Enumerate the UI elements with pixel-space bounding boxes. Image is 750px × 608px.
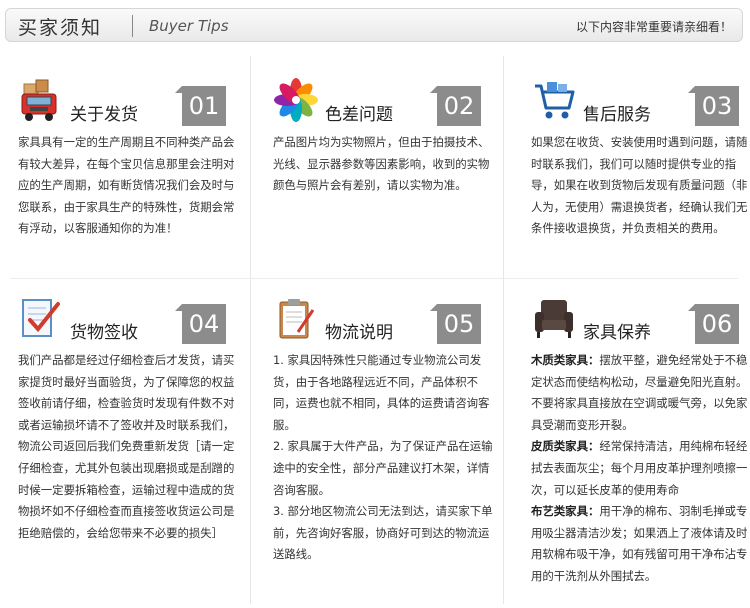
card-body: 家具具有一定的生产周期且不同种类产品会有较大差异，在每个宝贝信息那里会注明对应的… [18,132,240,240]
card-text: 我们产品都是经过仔细检查后才发货，请买家提货时最好当面验货，为了保障您的权益签收… [18,353,235,540]
card-text: 家具具有一定的生产周期且不同种类产品会有较大差异，在每个宝贝信息那里会注明对应的… [18,135,235,236]
card-number: 03 [688,86,739,126]
card-delivery: 关于发货 01 家具具有一定的生产周期且不同种类产品会有较大差异，在每个宝贝信息… [18,78,246,268]
card-receipt: 货物签收 04 我们产品都是经过仔细检查后才发货，请买家提货时最好当面验货，为了… [18,296,246,596]
card-number: 01 [175,86,226,126]
header-separator [132,15,133,37]
card-number: 04 [175,304,226,344]
card-number: 02 [430,86,481,126]
card-after-sales: 售后服务 03 如果您在收货、安装使用时遇到问题，请随时联系我们，我们可以随时提… [531,78,750,268]
care-item-label: 木质类家具： [531,353,600,367]
card-title: 色差问题 [325,105,393,125]
card-title: 售后服务 [583,105,651,125]
card-title: 物流说明 [325,323,393,343]
header-title-en: Buyer Tips [149,17,229,35]
care-item-label: 布艺类家具： [531,504,600,519]
column-divider [250,56,251,604]
card-text: 产品图片均为实物照片，但由于拍摄技术、光线、显示器参数等因素影响，收到的实物颜色… [273,135,490,193]
card-paragraph: 2. 家具属于大件产品，为了保证产品在运输途中的安全性，部分产品建议打木架，详情… [273,439,493,497]
care-item-label: 皮质类家具： [531,439,600,454]
care-item: 木质类家具：摆放平整，避免经常处于不稳定状态而使结构松动，尽量避免阳光直射。不要… [531,350,750,436]
card-paragraph: 3. 部分地区物流公司无法到达，请买家下单前，先咨询好客服，协商好可到达的物流运… [273,504,493,562]
checklist-icon [22,299,60,337]
clipboard-icon [279,299,315,339]
header-note: 以下内容非常重要请亲细看！ [575,20,732,34]
column-divider [503,56,504,604]
card-paragraph: 1. 家具因特殊性只能通过专业物流公司发货，由于各地路程远近不同，产品体积不同，… [273,353,490,432]
card-color-difference: 色差问题 02 产品图片均为实物照片，但由于拍摄技术、光线、显示器参数等因素影响… [273,78,501,268]
card-body: 产品图片均为实物照片，但由于拍摄技术、光线、显示器参数等因素影响，收到的实物颜色… [273,132,495,197]
card-number: 05 [430,304,481,344]
delivery-truck-icon [21,79,57,121]
card-number: 06 [688,304,739,344]
care-item: 布艺类家具：用干净的棉布、羽制毛掸或专用吸尘器清洁沙发；如果洒上了液体请及时用软… [531,501,750,587]
card-body: 1. 家具因特殊性只能通过专业物流公司发货，由于各地路程远近不同，产品体积不同，… [273,350,495,566]
card-body: 我们产品都是经过仔细检查后才发货，请买家提货时最好当面验货，为了保障您的权益签收… [18,350,240,544]
armchair-icon [535,300,573,338]
card-body: 木质类家具：摆放平整，避免经常处于不稳定状态而使结构松动，尽量避免阳光直射。不要… [531,350,750,588]
row-divider [10,278,738,279]
color-wheel-icon [274,78,318,122]
card-text: 如果您在收货、安装使用时遇到问题，请随时联系我们，我们可以随时提供专业的指导，如… [531,135,748,236]
card-maintenance: 家具保养 06 木质类家具：摆放平整，避免经常处于不稳定状态而使结构松动，尽量避… [531,296,750,596]
shopping-cart-icon [535,82,575,119]
card-logistics: 物流说明 05 1. 家具因特殊性只能通过专业物流公司发货，由于各地路程远近不同… [273,296,501,596]
card-title: 关于发货 [70,105,138,125]
care-item: 皮质类家具：经常保持清洁，用纯棉布轻经拭去表面灰尘；每个月用皮革护理剂喷擦一次，… [531,436,750,501]
card-body: 如果您在收货、安装使用时遇到问题，请随时联系我们，我们可以随时提供专业的指导，如… [531,132,750,240]
card-title: 货物签收 [70,323,138,343]
card-title: 家具保养 [583,323,651,343]
header-title-cn: 买家须知 [18,17,103,39]
page-header: 买家须知 Buyer Tips 以下内容非常重要请亲细看！ [5,8,743,42]
